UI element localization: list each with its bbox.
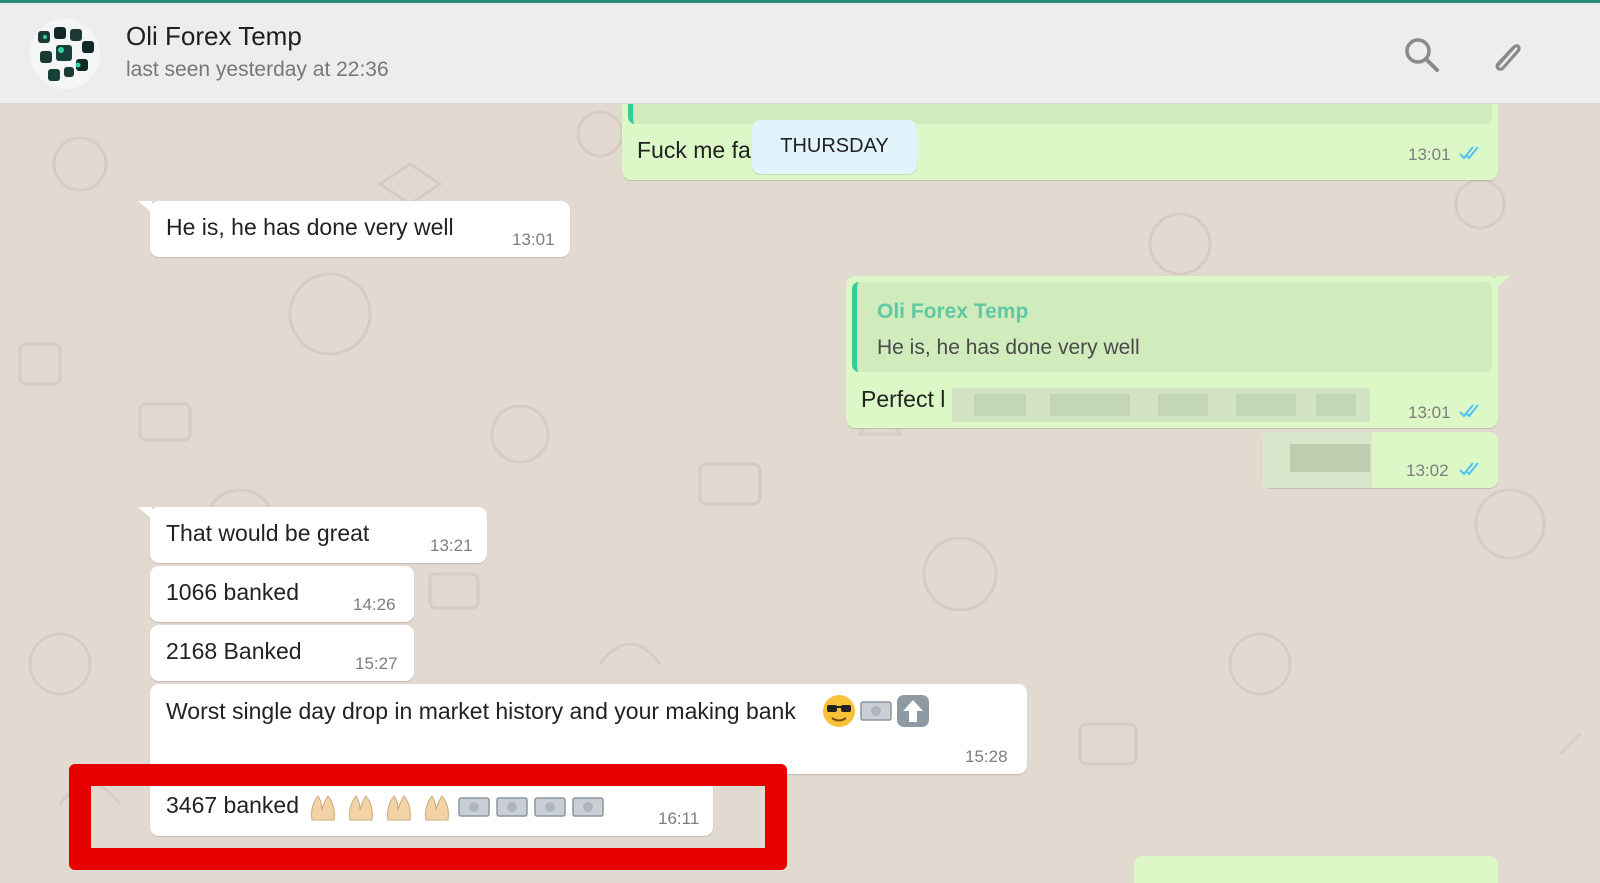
redacted-text-block [974,394,1026,416]
message-time: 13:02 [1406,461,1449,480]
message-time: 13:01 [1408,403,1451,422]
message-text: 2168 Banked [166,638,302,664]
outgoing-message[interactable]: 13:02 [1262,432,1498,488]
search-icon[interactable] [1402,35,1442,75]
incoming-message[interactable]: That would be great 13:21 [150,507,487,563]
read-ticks-icon [1459,404,1479,418]
quoted-message[interactable]: Oli Forex Temp He is, he has done very w… [852,282,1492,372]
message-time: 13:21 [430,536,473,555]
message-text: He is, he has done very well [166,214,454,240]
money-bill-emoji [860,701,892,721]
outgoing-message-with-reply[interactable]: Oli Forex Temp He is, he has done very w… [846,276,1498,428]
redacted-image-block [1290,444,1370,472]
bubble-tail [1496,276,1510,288]
read-ticks-icon [1459,146,1479,160]
redacted-text-block [1316,394,1356,416]
red-highlight-box [69,764,787,870]
chat-header[interactable]: Oli Forex Temp last seen yesterday at 22… [0,3,1600,104]
incoming-message[interactable]: Worst single day drop in market history … [150,684,1027,774]
day-separator-badge: THURSDAY [752,120,917,174]
quoted-message-author: Oli Forex Temp [877,300,1029,323]
sunglasses-face-emoji [823,695,855,727]
message-time: 13:01 [512,230,555,249]
message-time: 15:28 [965,747,1008,766]
quoted-message-text: He is, he has done very well [877,336,1140,359]
up-arrow-emoji [897,695,929,727]
message-text: 1066 banked [166,579,300,605]
incoming-message[interactable]: 2168 Banked 15:27 [150,625,414,681]
conversation-panel[interactable]: THURSDAY account Fuck me fair enough 13:… [0,104,1600,883]
attach-icon[interactable] [1486,35,1526,75]
incoming-message[interactable]: He is, he has done very well 13:01 [150,201,570,257]
outgoing-message-partial[interactable] [1134,856,1498,883]
message-text: Worst single day drop in market history … [166,698,796,724]
avatar-image [30,19,100,89]
message-time: 13:01 [1408,145,1451,164]
redacted-text-block [1236,394,1296,416]
message-text: That would be great [166,520,370,546]
contact-name[interactable]: Oli Forex Temp [126,21,302,52]
incoming-message[interactable]: 1066 banked 14:26 [150,566,414,622]
message-text: Perfect l [861,386,946,412]
redacted-text-block [1050,394,1130,416]
redacted-text-block [1158,394,1208,416]
message-time: 14:26 [353,595,396,614]
message-time: 15:27 [355,654,398,673]
contact-last-seen: last seen yesterday at 22:36 [126,58,389,81]
read-ticks-icon [1459,462,1479,476]
contact-avatar[interactable] [30,19,100,89]
